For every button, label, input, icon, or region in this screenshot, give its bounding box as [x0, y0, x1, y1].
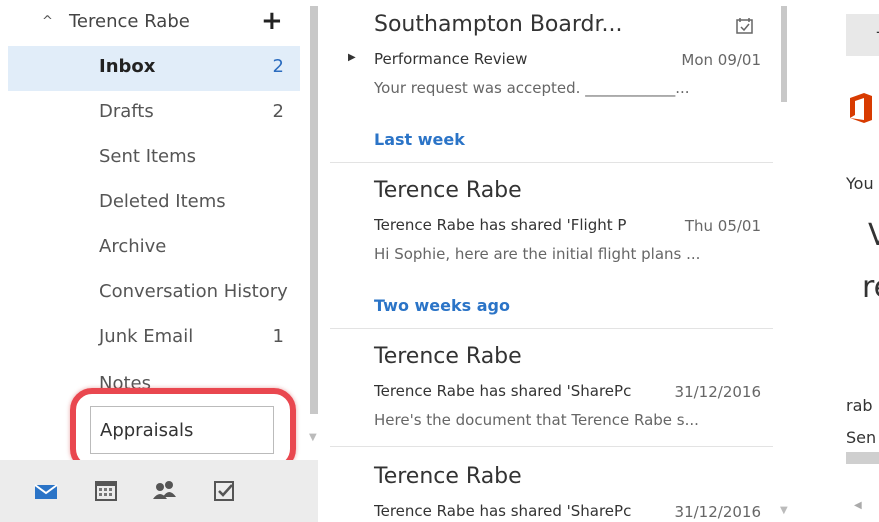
message-preview: Your request was accepted. ____________.… [374, 79, 690, 97]
divider [330, 328, 773, 329]
unread-count: 2 [272, 56, 284, 77]
message-preview: Here's the document that Terence Rabe s.… [374, 411, 699, 429]
message-subject: Terence Rabe has shared 'Flight P [374, 216, 627, 234]
folder-inbox[interactable]: Inbox 2 [8, 46, 300, 91]
mail-icon[interactable] [32, 476, 62, 506]
folder-label: Junk Email [99, 326, 194, 347]
scroll-down-icon[interactable]: ▼ [309, 432, 317, 443]
unread-count: 1 [272, 326, 284, 347]
message-sender: Terence Rabe [374, 178, 522, 203]
reading-pane-action-button[interactable]: - [846, 14, 879, 56]
folder-deleted-items[interactable]: Deleted Items [8, 181, 300, 226]
message-item[interactable]: Terence Rabe Terence Rabe has shared 'Sh… [330, 452, 773, 522]
message-item[interactable]: Terence Rabe Terence Rabe has shared 'Fl… [330, 166, 773, 286]
folder-label: Inbox [99, 56, 156, 77]
highlight-annotation [70, 388, 296, 471]
folder-drafts[interactable]: Drafts 2 [8, 91, 300, 136]
group-header-last-week: Last week [374, 130, 465, 149]
reading-pane: - You V re rab Sen ◀ [800, 0, 879, 522]
meeting-accepted-icon [735, 16, 755, 40]
message-sender: Southampton Boardr... [374, 12, 623, 37]
expand-conversation-icon[interactable]: ▶ [348, 52, 356, 63]
message-list-scrollbar[interactable]: ▼ [778, 0, 790, 522]
folder-pane: ^ Terence Rabe + Inbox 2 Drafts 2 Sent I… [0, 0, 318, 522]
folder-label: Conversation History [99, 281, 288, 302]
scrollbar-thumb[interactable] [781, 6, 787, 102]
message-date: 31/12/2016 [674, 383, 761, 401]
message-item[interactable]: Terence Rabe Terence Rabe has shared 'Sh… [330, 332, 773, 452]
item-count: 2 [272, 101, 284, 122]
divider [330, 162, 773, 163]
folder-label: Drafts [99, 101, 154, 122]
folder-sent-items[interactable]: Sent Items [8, 136, 300, 181]
folder-archive[interactable]: Archive [8, 226, 300, 271]
message-sender: Terence Rabe [374, 344, 522, 369]
scrollbar-thumb[interactable] [310, 6, 318, 414]
reading-pane-heading: V [868, 218, 879, 253]
message-date: Mon 09/01 [681, 51, 761, 69]
group-header-two-weeks-ago: Two weeks ago [374, 296, 510, 315]
office-logo-icon [848, 92, 874, 128]
scroll-left-icon[interactable]: ◀ [854, 500, 862, 511]
message-subject: Terence Rabe has shared 'SharePc [374, 502, 632, 520]
reading-pane-scrollbar[interactable] [846, 452, 879, 464]
message-item[interactable]: Southampton Boardr... ▶ Performance Revi… [330, 0, 773, 120]
divider [330, 446, 773, 447]
message-preview: Hi Sophie, here are the initial flight p… [374, 245, 701, 263]
folder-label: Sent Items [99, 146, 197, 167]
tasks-icon[interactable] [210, 476, 240, 506]
reading-pane-heading: re [862, 270, 879, 305]
collapse-caret-icon[interactable]: ^ [42, 14, 53, 29]
reading-pane-text: Sen [846, 428, 877, 447]
people-icon[interactable] [150, 476, 180, 506]
message-sender: Terence Rabe [374, 464, 522, 489]
reading-pane-text: You [846, 174, 874, 193]
calendar-icon[interactable] [92, 476, 122, 506]
account-header[interactable]: ^ Terence Rabe + [0, 0, 300, 46]
message-date: Thu 05/01 [684, 217, 761, 235]
reading-pane-text: rab [846, 396, 873, 415]
folder-label: Archive [99, 236, 167, 257]
message-subject: Performance Review [374, 50, 528, 68]
module-nav-bar [0, 460, 318, 522]
folder-scrollbar[interactable]: ▼ [308, 0, 318, 460]
folder-junk-email[interactable]: Junk Email 1 [8, 316, 300, 361]
add-folder-button[interactable]: + [261, 6, 283, 36]
folder-conversation-history[interactable]: Conversation History [8, 271, 288, 316]
account-name[interactable]: Terence Rabe [69, 11, 190, 32]
message-list: Southampton Boardr... ▶ Performance Revi… [330, 0, 795, 522]
message-subject: Terence Rabe has shared 'SharePc [374, 382, 632, 400]
message-date: 31/12/2016 [674, 503, 761, 521]
scroll-down-icon[interactable]: ▼ [780, 505, 788, 516]
folder-label: Deleted Items [99, 191, 226, 212]
